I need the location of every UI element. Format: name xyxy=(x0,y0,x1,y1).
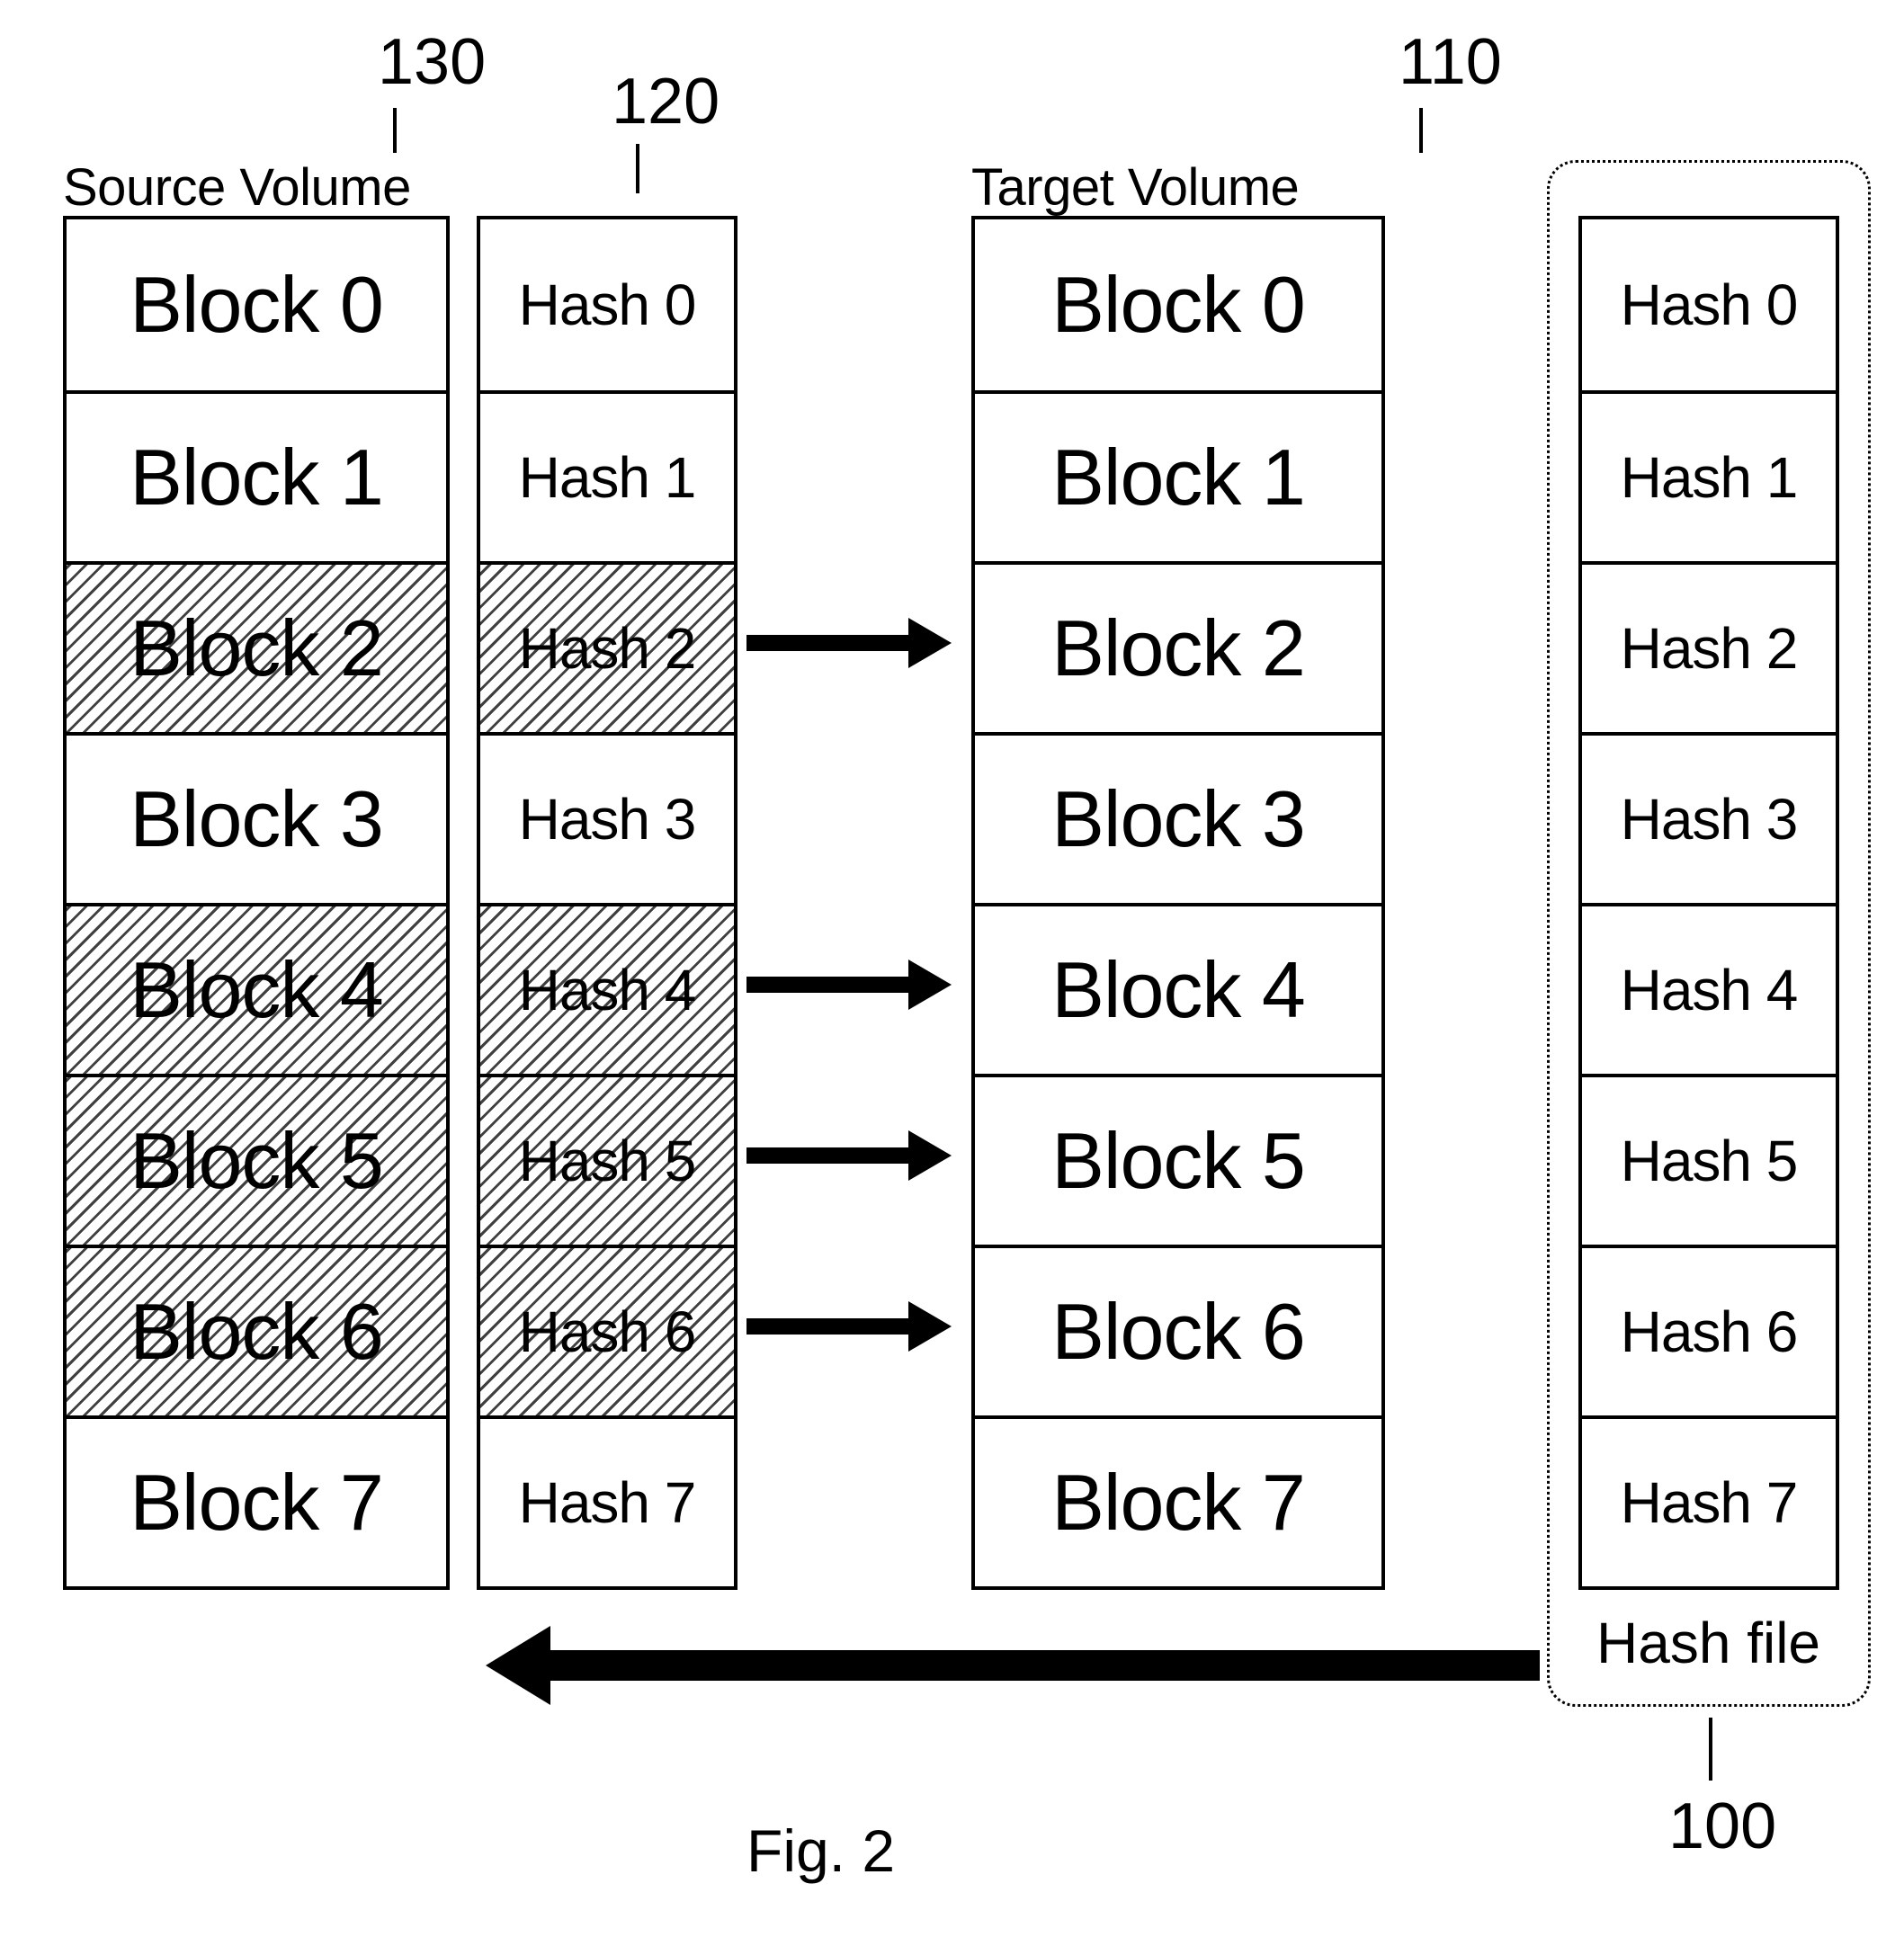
target-block-cell: Block 3 xyxy=(975,732,1381,903)
callout-line xyxy=(393,108,397,153)
copy-arrow xyxy=(746,1318,952,1335)
target-volume-header: Target Volume xyxy=(971,157,1299,218)
target-hash-cell: Hash 1 xyxy=(1582,390,1836,561)
callout-100: 100 xyxy=(1668,1790,1776,1863)
target-hashes-column: Hash 0 Hash 1 Hash 2 Hash 3 Hash 4 Hash 5 Hash… xyxy=(1578,216,1839,1590)
source-hash-label: Hash 4 xyxy=(519,957,696,1023)
target-block-label: Block 0 xyxy=(1051,259,1305,351)
source-blocks-column: Block 0 Block 1 Block 2 Block 3 Block 4 Block… xyxy=(63,216,450,1590)
target-hash-label: Hash 6 xyxy=(1621,1299,1798,1365)
target-block-label: Block 3 xyxy=(1051,773,1305,865)
source-block-label: Block 7 xyxy=(130,1457,383,1549)
target-block-cell: Block 6 xyxy=(975,1245,1381,1415)
target-hash-cell: Hash 0 xyxy=(1582,219,1836,390)
source-block-label: Block 6 xyxy=(130,1286,383,1378)
source-block-cell: Block 2 xyxy=(67,561,446,732)
source-hash-label: Hash 1 xyxy=(519,444,696,511)
source-hash-cell: Hash 1 xyxy=(480,390,734,561)
source-hash-label: Hash 3 xyxy=(519,786,696,853)
source-hash-cell: Hash 3 xyxy=(480,732,734,903)
callout-110: 110 xyxy=(1399,25,1502,99)
target-hash-cell: Hash 7 xyxy=(1582,1415,1836,1586)
source-block-cell: Block 1 xyxy=(67,390,446,561)
callout-130: 130 xyxy=(378,25,486,99)
source-block-label: Block 5 xyxy=(130,1115,383,1207)
source-block-label: Block 3 xyxy=(130,773,383,865)
target-hash-label: Hash 2 xyxy=(1621,615,1798,682)
target-block-label: Block 2 xyxy=(1051,603,1305,694)
source-hash-label: Hash 5 xyxy=(519,1128,696,1194)
source-block-label: Block 4 xyxy=(130,944,383,1036)
source-hash-cell: Hash 7 xyxy=(480,1415,734,1586)
target-hash-cell: Hash 6 xyxy=(1582,1245,1836,1415)
source-block-cell: Block 7 xyxy=(67,1415,446,1586)
hash-file-to-source-arrow xyxy=(486,1626,1540,1705)
target-block-cell: Block 0 xyxy=(975,219,1381,390)
source-hash-label: Hash 0 xyxy=(519,272,696,338)
target-block-cell: Block 5 xyxy=(975,1074,1381,1245)
target-hash-cell: Hash 3 xyxy=(1582,732,1836,903)
target-hash-label: Hash 1 xyxy=(1621,444,1798,511)
target-block-cell: Block 1 xyxy=(975,390,1381,561)
diagram-canvas: 130 120 110 Source Volume Target Volume … xyxy=(0,0,1904,1955)
source-hash-cell: Hash 4 xyxy=(480,903,734,1074)
target-hash-cell: Hash 2 xyxy=(1582,561,1836,732)
source-hash-cell: Hash 2 xyxy=(480,561,734,732)
target-hash-cell: Hash 5 xyxy=(1582,1074,1836,1245)
hash-file-label: Hash file xyxy=(1596,1610,1820,1676)
source-hash-cell: Hash 6 xyxy=(480,1245,734,1415)
source-hash-cell: Hash 5 xyxy=(480,1074,734,1245)
target-hash-label: Hash 0 xyxy=(1621,272,1798,338)
copy-arrow xyxy=(746,1147,952,1164)
callout-line xyxy=(636,144,639,193)
target-block-label: Block 4 xyxy=(1051,944,1305,1036)
target-hash-label: Hash 7 xyxy=(1621,1469,1798,1536)
target-hash-cell: Hash 4 xyxy=(1582,903,1836,1074)
target-block-cell: Block 2 xyxy=(975,561,1381,732)
source-block-cell: Block 5 xyxy=(67,1074,446,1245)
source-block-label: Block 2 xyxy=(130,603,383,694)
figure-caption: Fig. 2 xyxy=(746,1817,895,1885)
target-block-label: Block 6 xyxy=(1051,1286,1305,1378)
source-block-cell: Block 3 xyxy=(67,732,446,903)
callout-line xyxy=(1419,108,1423,153)
target-block-label: Block 7 xyxy=(1051,1457,1305,1549)
target-blocks-column: Block 0 Block 1 Block 2 Block 3 Block 4 Block… xyxy=(971,216,1385,1590)
source-hashes-column: Hash 0 Hash 1 Hash 2 Hash 3 Hash 4 Hash 5 Hash… xyxy=(477,216,737,1590)
target-hash-label: Hash 5 xyxy=(1621,1128,1798,1194)
copy-arrow xyxy=(746,635,952,651)
source-hash-label: Hash 6 xyxy=(519,1299,696,1365)
source-block-label: Block 1 xyxy=(130,432,383,523)
source-hash-label: Hash 7 xyxy=(519,1469,696,1536)
target-block-cell: Block 4 xyxy=(975,903,1381,1074)
source-block-cell: Block 6 xyxy=(67,1245,446,1415)
target-block-cell: Block 7 xyxy=(975,1415,1381,1586)
copy-arrow xyxy=(746,977,952,993)
target-block-label: Block 5 xyxy=(1051,1115,1305,1207)
source-block-cell: Block 0 xyxy=(67,219,446,390)
target-block-label: Block 1 xyxy=(1051,432,1305,523)
source-block-label: Block 0 xyxy=(130,259,383,351)
source-hash-label: Hash 2 xyxy=(519,615,696,682)
target-hash-label: Hash 3 xyxy=(1621,786,1798,853)
target-hash-label: Hash 4 xyxy=(1621,957,1798,1023)
source-volume-header: Source Volume xyxy=(63,157,411,218)
callout-line xyxy=(1709,1718,1712,1781)
callout-120: 120 xyxy=(612,65,720,138)
source-block-cell: Block 4 xyxy=(67,903,446,1074)
source-hash-cell: Hash 0 xyxy=(480,219,734,390)
